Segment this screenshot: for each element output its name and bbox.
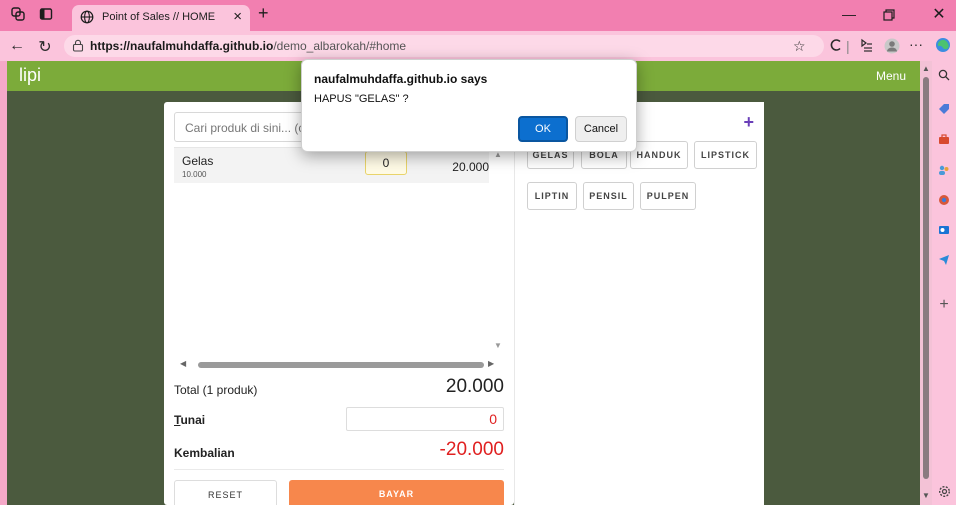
kembalian-label: Kembalian — [174, 446, 235, 460]
sidebar-outlook-icon[interactable] — [937, 224, 951, 238]
profile-icon[interactable] — [884, 38, 900, 57]
tab-close-icon[interactable]: × — [233, 8, 242, 25]
workspaces-icon[interactable] — [10, 7, 26, 23]
scroll-left-arrow-icon[interactable]: ◀ — [180, 359, 186, 368]
page-scroll-down-icon[interactable]: ▼ — [922, 491, 930, 500]
dialog-message: HAPUS "GELAS" ? — [314, 93, 409, 105]
edge-icon[interactable] — [935, 37, 951, 56]
globe-icon — [80, 10, 94, 24]
favorite-icon[interactable]: ☆ — [793, 38, 806, 55]
tab-actions-icon[interactable] — [38, 7, 54, 23]
dialog-title: naufalmuhdaffa.github.io says — [314, 72, 488, 86]
copilot-icon[interactable] — [829, 38, 843, 55]
minimize-icon[interactable]: — — [834, 6, 864, 22]
kembalian-value: -20.000 — [439, 439, 504, 460]
sidebar-office-icon[interactable] — [937, 194, 951, 208]
total-label: Total (1 produk) — [174, 383, 258, 397]
quantity-input[interactable]: 0 — [365, 151, 407, 175]
toolbar-divider: | — [846, 38, 850, 54]
total-value: 20.000 — [445, 376, 504, 397]
dialog-cancel-button[interactable]: Cancel — [575, 116, 627, 142]
page-scroll-thumb[interactable] — [923, 77, 929, 479]
product-chip-lipstick[interactable]: LIPSTICK — [694, 141, 757, 169]
tunai-input[interactable]: 0 — [346, 407, 504, 431]
restore-icon[interactable] — [874, 8, 904, 24]
page-vertical-scrollbar[interactable]: ▲ ▼ — [920, 61, 932, 505]
brand-logo[interactable]: lipi — [19, 65, 41, 86]
edge-sidebar: + — [932, 61, 956, 505]
tunai-label: Tunai — [174, 413, 205, 427]
more-icon[interactable]: ··· — [909, 36, 923, 52]
confirm-dialog: naufalmuhdaffa.github.io says HAPUS "GEL… — [301, 59, 637, 152]
url-host: https://naufalmuhdaffa.github.io — [90, 39, 274, 53]
add-product-icon[interactable]: + — [743, 112, 754, 133]
sidebar-settings-icon[interactable] — [937, 485, 951, 499]
page-scroll-up-icon[interactable]: ▲ — [922, 64, 930, 73]
sidebar-add-icon[interactable]: + — [937, 297, 951, 313]
cart-vertical-scrollbar[interactable]: ▲ ▼ — [492, 148, 504, 350]
product-chip-liptin[interactable]: LIPTIN — [527, 182, 577, 210]
reset-button[interactable]: RESET — [174, 480, 277, 505]
scroll-right-arrow-icon[interactable]: ▶ — [488, 359, 494, 368]
sidebar-people-icon[interactable] — [937, 164, 951, 178]
close-window-icon[interactable]: ✕ — [924, 4, 954, 24]
lock-icon[interactable] — [72, 39, 84, 52]
product-chip-handuk[interactable]: HANDUK — [630, 141, 688, 169]
tab-point-of-sales[interactable]: Point of Sales // HOME × — [72, 5, 250, 31]
address-bar[interactable]: https://naufalmuhdaffa.github.io/demo_al… — [64, 35, 824, 57]
refresh-icon[interactable]: ↻ — [36, 37, 54, 57]
search-placeholder: Cari produk di sini... (ctrl — [185, 121, 315, 135]
browser-titlebar: Point of Sales // HOME × + — ✕ — [0, 0, 956, 31]
browser-toolbar: ← ↻ https://naufalmuhdaffa.github.io/dem… — [0, 31, 956, 61]
cart-item-subtotal: 20.000 — [452, 160, 489, 174]
product-chip-pensil[interactable]: PENSIL — [583, 182, 634, 210]
divider — [174, 469, 504, 470]
sidebar-search-icon[interactable] — [937, 69, 951, 83]
sidebar-tools-icon[interactable] — [937, 133, 951, 147]
tab-title: Point of Sales // HOME — [102, 11, 216, 23]
cart-list: Gelas 10.000 0 20.000 ▲ ▼ ◀ ▶ — [174, 147, 504, 372]
sidebar-send-icon[interactable] — [937, 254, 951, 268]
bayar-button[interactable]: BAYAR — [289, 480, 504, 505]
sidebar-tag-icon[interactable] — [937, 103, 951, 117]
product-chip-pulpen[interactable]: PULPEN — [640, 182, 696, 210]
tunai-label-rest: unai — [180, 413, 206, 427]
scroll-thumb[interactable] — [198, 362, 484, 368]
product-panel: + GELAS BOLA HANDUK LIPSTICK LIPTIN PENS… — [514, 102, 764, 505]
menu-button[interactable]: Menu — [876, 69, 906, 83]
cart-horizontal-scrollbar[interactable]: ◀ ▶ — [174, 359, 504, 371]
back-icon[interactable]: ← — [8, 37, 26, 55]
url-text: https://naufalmuhdaffa.github.io/demo_al… — [90, 39, 406, 53]
url-path: /demo_albarokah/#home — [273, 39, 407, 53]
cart-panel: Cari produk di sini... (ctrl Gelas 10.00… — [164, 102, 514, 505]
scroll-down-arrow-icon[interactable]: ▼ — [494, 341, 502, 350]
new-tab-button[interactable]: + — [258, 3, 269, 24]
cart-item-price: 10.000 — [182, 170, 207, 179]
dialog-ok-button[interactable]: OK — [518, 116, 568, 142]
cart-item-name: Gelas — [182, 154, 214, 168]
cart-row[interactable]: Gelas 10.000 0 20.000 — [174, 148, 489, 183]
tunai-value: 0 — [489, 411, 497, 427]
collections-icon[interactable] — [859, 38, 873, 55]
